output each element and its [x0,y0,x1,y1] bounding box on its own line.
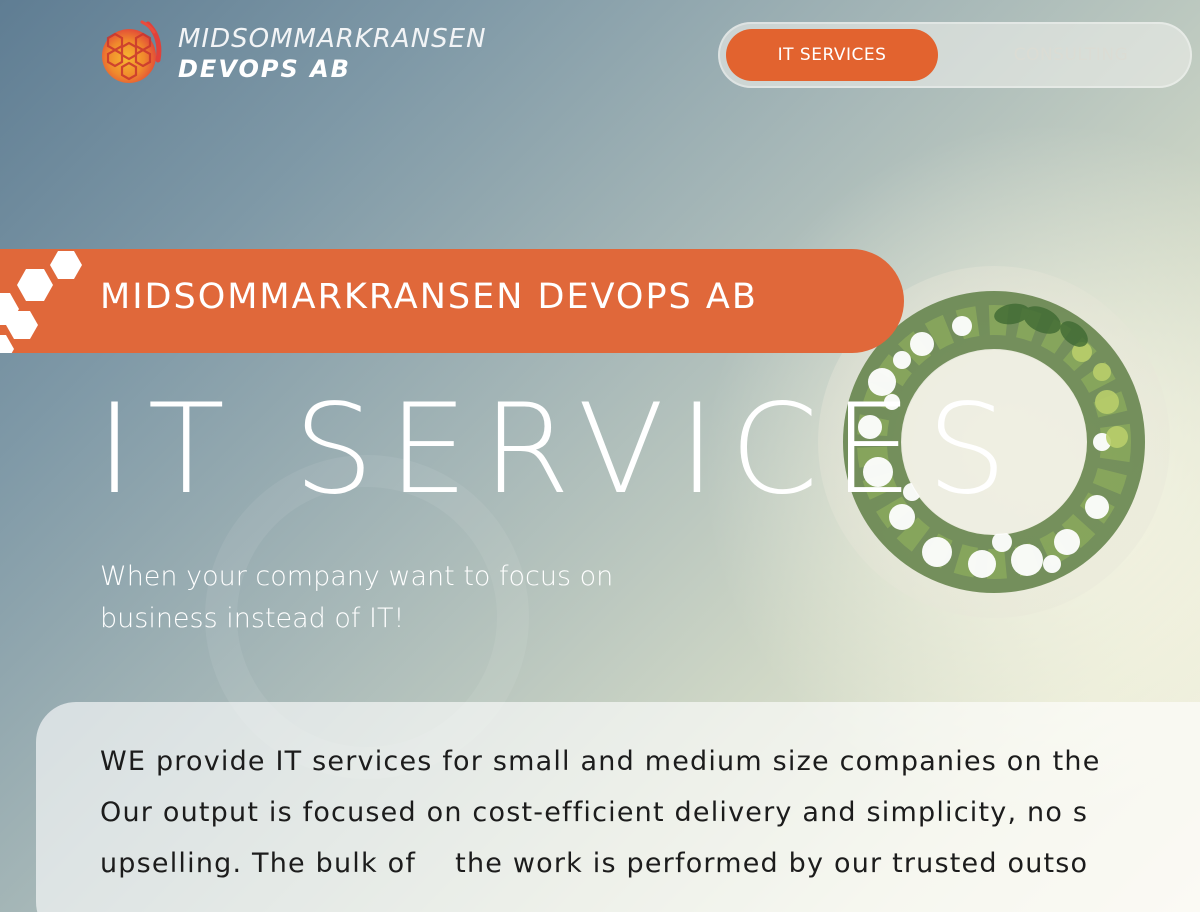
brand-name: MIDSOMMARKRANSEN DEVOPS AB [178,26,487,81]
brand-line1: MIDSOMMARKRANSEN [178,23,487,54]
banner-label: MIDSOMMARKRANSEN DEVOPS AB [100,277,758,317]
hexagon-pattern-icon [0,251,82,353]
intro-line-1: WE provide IT services for small and med… [100,746,1101,777]
brand-line2: DEVOPS AB [178,54,351,83]
company-banner: MIDSOMMARKRANSEN DEVOPS AB [0,249,904,353]
hero-subtitle-line1: When your company want to focus on [100,561,614,592]
hero-subtitle-line2: business instead of IT! [100,603,405,634]
hero-subtitle: When your company want to focus on busin… [100,556,720,640]
intro-line-2: Our output is focused on cost-efficient … [100,797,1089,828]
page: MIDSOMMARKRANSEN DEVOPS AB IT SERVICES C… [0,0,1200,912]
top-nav: IT SERVICES CONSULTING [718,22,1192,88]
tab-it-services[interactable]: IT SERVICES [726,29,938,81]
tab-consulting[interactable]: CONSULTING [966,29,1176,81]
page-title: IT SERVICES [96,378,1022,522]
hexagon-ball-logo-icon [102,20,162,83]
brand[interactable]: MIDSOMMARKRANSEN DEVOPS AB [98,20,487,86]
intro-line-3: upselling. The bulk of the work is perfo… [100,848,1089,879]
intro-text: WE provide IT services for small and med… [100,736,1200,889]
